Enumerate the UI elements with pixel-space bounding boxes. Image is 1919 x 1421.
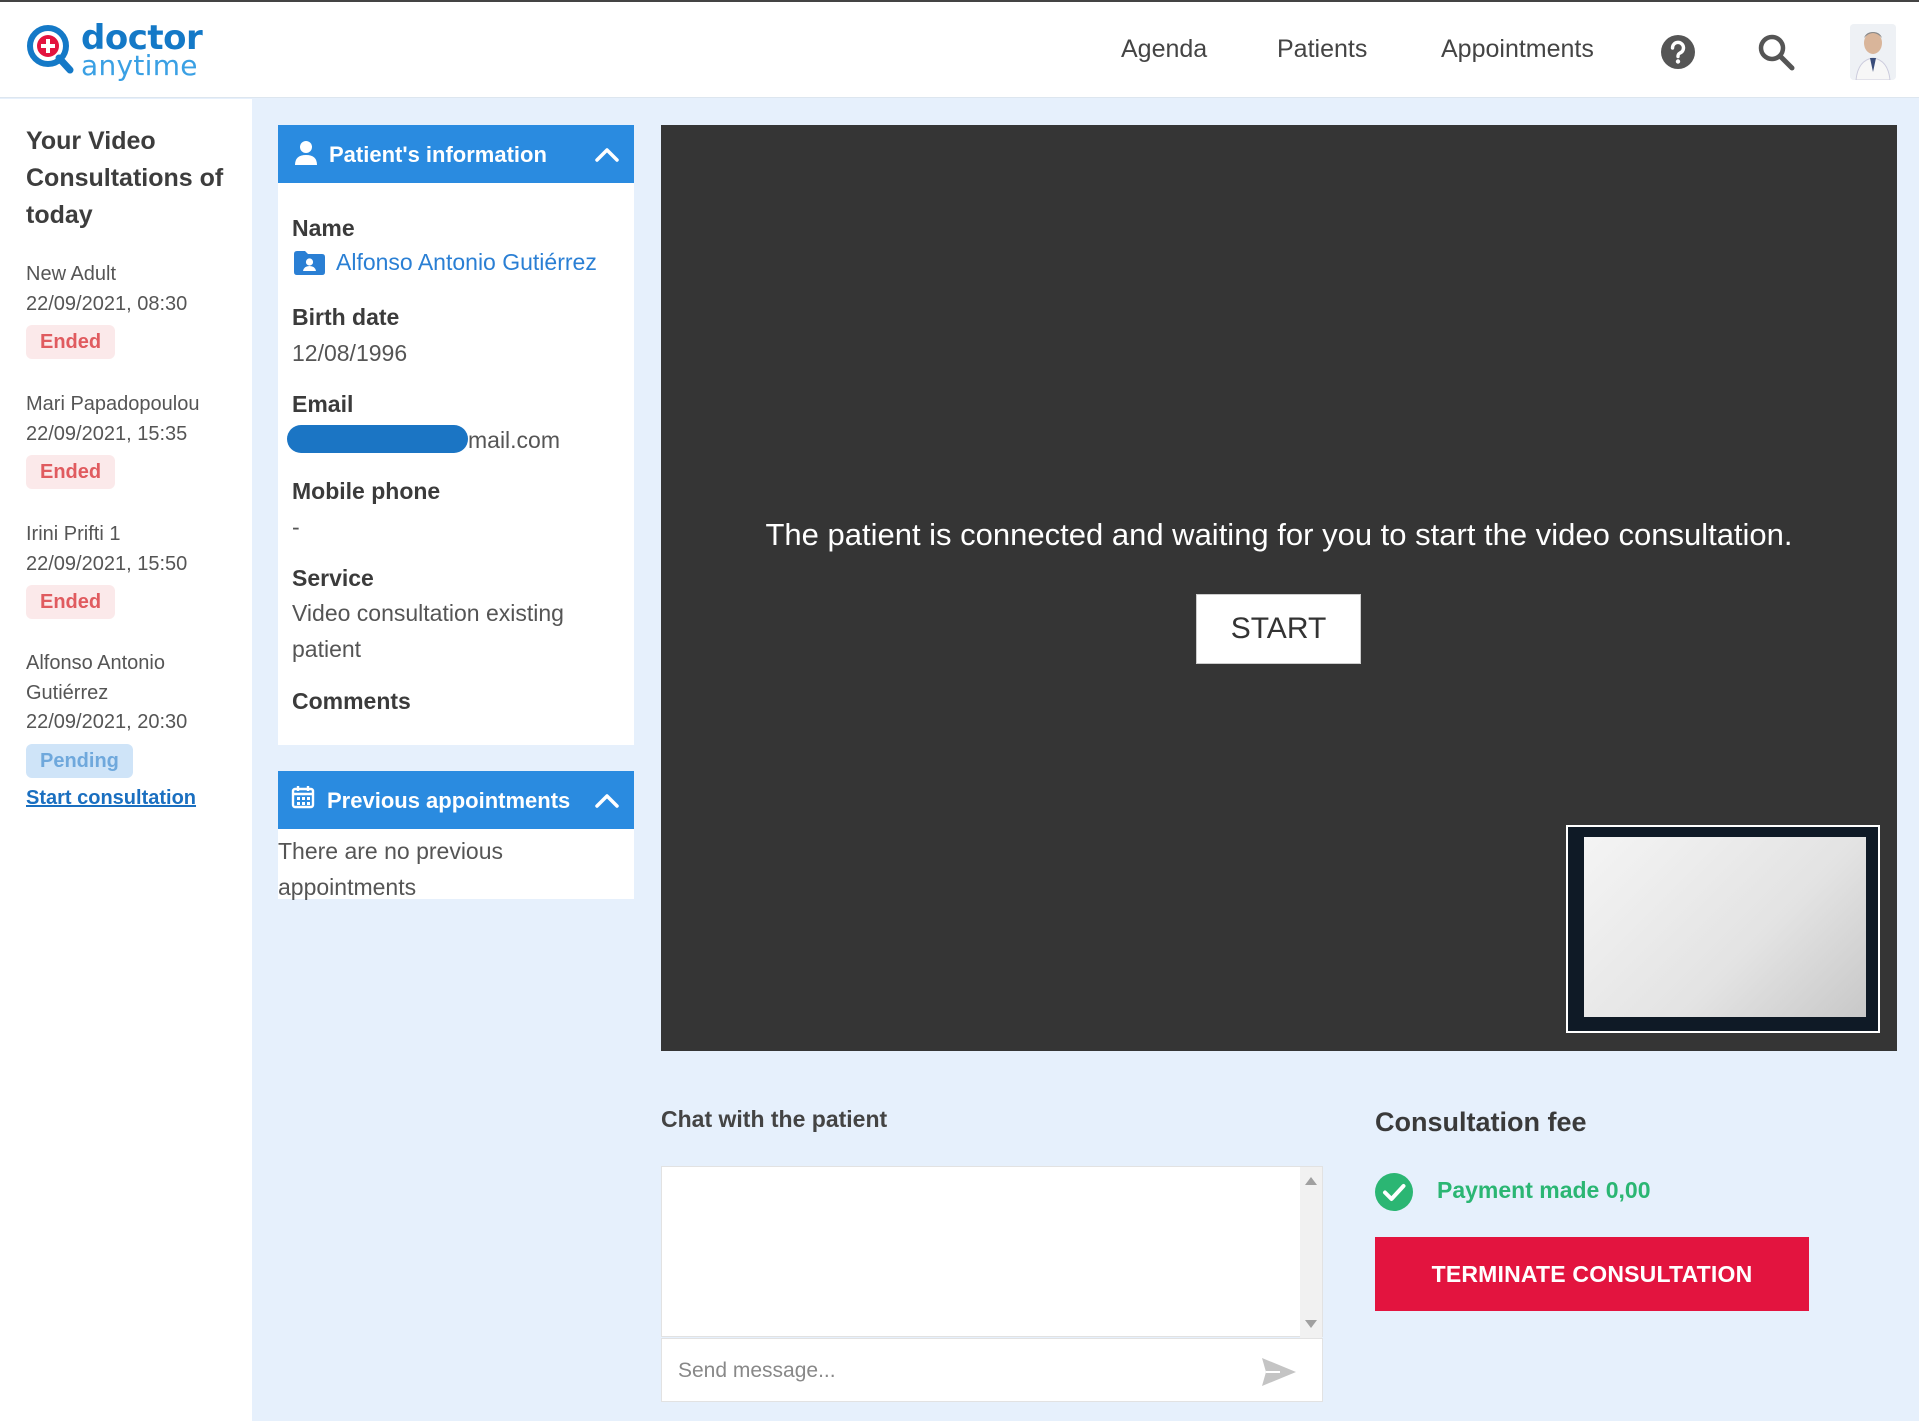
blurred-camera-image <box>1584 837 1866 1017</box>
send-icon[interactable] <box>1260 1356 1298 1388</box>
appointment-datetime: 22/09/2021, 15:35 <box>26 422 188 445</box>
patient-name-link[interactable]: Alfonso Antonio Gutiérrez <box>336 247 597 277</box>
nav-agenda[interactable]: Agenda <box>1121 34 1207 64</box>
appointment-item[interactable]: Mari Papadopoulou 22/09/2021, 15:35 Ende… <box>26 390 246 489</box>
doctor-avatar-icon <box>1850 24 1896 80</box>
payment-status: Payment made 0,00 <box>1437 1177 1651 1203</box>
chat-messages <box>661 1166 1323 1338</box>
appointment-item[interactable]: Irini Prifti 1 22/09/2021, 15:50 Ended <box>26 520 246 619</box>
appointment-datetime: 22/09/2021, 20:30 <box>26 711 188 733</box>
chevron-up-icon[interactable] <box>594 789 620 811</box>
email-redaction <box>287 425 468 453</box>
appointment-name: Irini Prifti 1 <box>26 523 121 545</box>
service-value: Video consultation existing patient <box>292 600 564 662</box>
consultation-fee-title: Consultation fee <box>1375 1107 1587 1137</box>
email-label: Email <box>292 391 354 417</box>
previous-appointments-panel: Previous appointments There are no previ… <box>278 771 634 900</box>
appointment-name: Alfonso Antonio Gutiérrez <box>26 652 165 704</box>
avatar[interactable] <box>1850 24 1896 80</box>
nav-patients[interactable]: Patients <box>1277 34 1367 64</box>
patient-info-panel: Patient's information Name Alfonso Anton… <box>278 125 634 745</box>
comments-label: Comments <box>292 688 411 714</box>
scroll-up-arrow-icon[interactable] <box>1305 1177 1317 1185</box>
scroll-down-arrow-icon[interactable] <box>1305 1320 1317 1328</box>
birth-date-label: Birth date <box>292 304 400 330</box>
doctor-anytime-logo[interactable]: doctor anytime <box>26 20 203 84</box>
self-camera-preview <box>1566 825 1880 1033</box>
status-badge: Ended <box>26 325 116 359</box>
nav-appointments[interactable]: Appointments <box>1441 34 1594 64</box>
appointment-datetime: 22/09/2021, 15:50 <box>26 552 188 575</box>
name-label: Name <box>292 215 355 241</box>
appointment-name: New Adult <box>26 263 117 285</box>
search-icon[interactable] <box>1757 33 1795 71</box>
birth-date-value: 12/08/1996 <box>292 340 408 366</box>
help-icon[interactable] <box>1660 34 1696 70</box>
terminate-consultation-button[interactable]: TERMINATE CONSULTATION <box>1375 1237 1809 1311</box>
status-badge: Ended <box>26 585 116 619</box>
previous-appointments-header[interactable]: Previous appointments <box>278 771 634 829</box>
sidebar-title: Your Video Consultations of today <box>26 127 224 229</box>
start-consultation-link[interactable]: Start consultation <box>26 784 206 814</box>
start-video-button[interactable]: START <box>1196 594 1361 664</box>
appointment-item[interactable]: New Adult 22/09/2021, 08:30 Ended <box>26 260 246 359</box>
email-value: mail.com <box>468 427 561 453</box>
calendar-icon <box>291 786 315 809</box>
logo-word-anytime: anytime <box>81 49 198 82</box>
chat-input-bar <box>661 1338 1323 1402</box>
logo-icon <box>27 25 74 74</box>
no-previous-appointments-text: There are no previous appointments <box>278 838 504 900</box>
video-stage: The patient is connected and waiting for… <box>661 125 1897 1051</box>
top-header: doctor anytime Agenda Patients Appointme… <box>0 0 1919 98</box>
previous-appointments-title: Previous appointments <box>327 788 571 813</box>
send-message-input[interactable] <box>678 1353 1238 1389</box>
chevron-up-icon[interactable] <box>594 143 620 165</box>
status-badge: Pending <box>26 743 133 778</box>
appointment-name: Mari Papadopoulou <box>26 393 200 415</box>
waiting-message: The patient is connected and waiting for… <box>765 517 1793 552</box>
patient-card-icon <box>294 251 325 275</box>
person-icon <box>295 141 317 165</box>
sidebar: Your Video Consultations of today New Ad… <box>0 99 252 1421</box>
chat-title: Chat with the patient <box>661 1106 888 1132</box>
mobile-phone-value: - <box>292 514 300 540</box>
check-circle-icon <box>1375 1173 1413 1211</box>
chat-scrollbar[interactable] <box>1300 1167 1322 1338</box>
patient-info-header[interactable]: Patient's information <box>278 125 634 183</box>
appointment-item[interactable]: Alfonso Antonio Gutiérrez 22/09/2021, 20… <box>26 649 206 813</box>
service-label: Service <box>292 565 374 591</box>
appointment-datetime: 22/09/2021, 08:30 <box>26 292 188 315</box>
mobile-phone-label: Mobile phone <box>292 478 441 504</box>
patient-info-title: Patient's information <box>329 142 547 167</box>
status-badge: Ended <box>26 455 116 489</box>
